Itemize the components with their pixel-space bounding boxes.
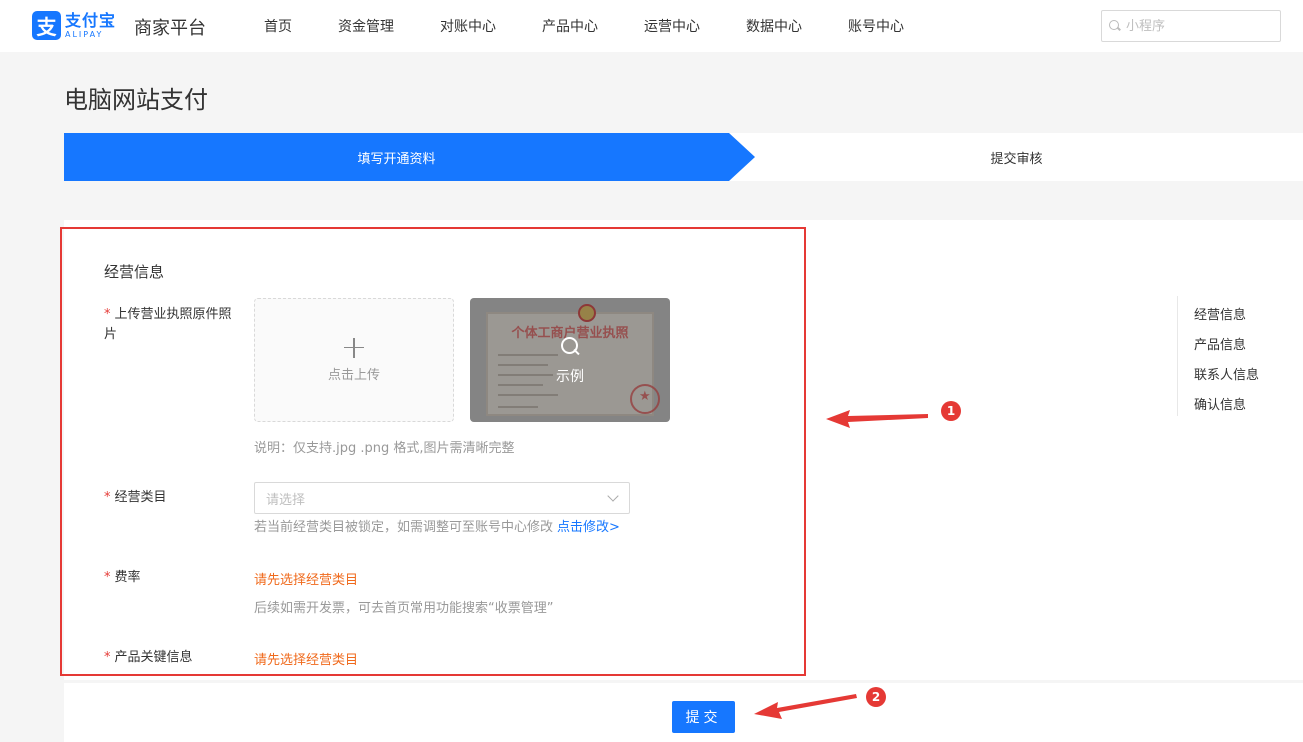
nav-item-account[interactable]: 账号中心 [848, 16, 904, 36]
required-mark: * [104, 570, 111, 585]
rate-label: * 费率 [104, 568, 141, 588]
keyword-label-text: 产品关键信息 [114, 650, 193, 665]
step-arrow-body [676, 133, 706, 181]
page-title: 电脑网站支付 [64, 86, 208, 114]
category-select-placeholder: 请选择 [266, 492, 306, 508]
nav-item-reconciliation[interactable]: 对账中心 [440, 16, 512, 36]
logo-text: 支付宝 ALIPAY [65, 10, 117, 39]
upload-license-button[interactable]: 点击上传 [254, 298, 454, 422]
required-mark: * [104, 307, 111, 322]
category-select[interactable]: 请选择 [254, 482, 630, 514]
step-submit-review: 提交审核 [730, 133, 1303, 181]
rate-label-text: 费率 [114, 570, 141, 585]
upload-text: 点击上传 [327, 367, 380, 383]
search-icon [1108, 19, 1122, 33]
section-title-business: 经营信息 [104, 263, 165, 281]
category-hint: 若当前经营类目被锁定，如需调整可至账号中心修改 点击修改> [254, 516, 620, 535]
anchor-item-contact[interactable]: 联系人信息 [1194, 364, 1259, 383]
logo-name: 支付宝 [65, 10, 117, 30]
upload-license-label-text: 上传营业执照原件照片 [104, 307, 232, 342]
top-header: 支 支付宝 ALIPAY 商家平台 首页 资金管理 对账中心 产品中心 运营中心… [0, 0, 1303, 52]
anchor-item-business[interactable]: 经营信息 [1194, 304, 1246, 323]
nav-item-data[interactable]: 数据中心 [746, 16, 818, 36]
keyword-warning: 请先选择经营类目 [254, 653, 359, 668]
anchor-nav: 经营信息 产品信息 联系人信息 确认信息 [1177, 296, 1303, 416]
annotation-badge-2: 2 [866, 687, 886, 707]
keyword-label: * 产品关键信息 [104, 648, 193, 668]
main-nav: 首页 资金管理 对账中心 产品中心 运营中心 数据中心 账号中心 [264, 16, 934, 36]
step-submit-review-label: 提交审核 [990, 151, 1043, 167]
nav-item-operations[interactable]: 运营中心 [644, 16, 716, 36]
category-label-text: 经营类目 [114, 490, 167, 505]
required-mark: * [104, 650, 111, 665]
search-box[interactable] [1101, 10, 1281, 42]
category-hint-text: 若当前经营类目被锁定，如需调整可至账号中心修改 [254, 520, 554, 535]
plus-icon [344, 337, 364, 358]
nav-item-home[interactable]: 首页 [264, 16, 308, 36]
required-mark: * [104, 490, 111, 505]
search-input[interactable] [1126, 18, 1276, 34]
alipay-logo-icon: 支 [32, 11, 61, 40]
upload-hint: 说明：仅支持.jpg .png 格式,图片需清晰完整 [254, 441, 515, 456]
logo-name-en: ALIPAY [65, 29, 104, 39]
anchor-item-product[interactable]: 产品信息 [1194, 334, 1246, 353]
platform-name: 商家平台 [134, 18, 206, 39]
progress-steps: 填写开通资料 提交审核 [64, 133, 1303, 181]
annotation-arrow-1 [826, 410, 928, 428]
category-label: * 经营类目 [104, 488, 167, 508]
example-label: 示例 [556, 369, 584, 385]
edit-category-link[interactable]: 点击修改> [557, 520, 620, 535]
annotation-arrow-2 [754, 694, 857, 719]
anchor-item-confirm[interactable]: 确认信息 [1194, 394, 1246, 413]
step-fill-info: 填写开通资料 [64, 133, 729, 181]
alipay-logo[interactable]: 支 支付宝 ALIPAY [32, 11, 116, 40]
nav-item-funds[interactable]: 资金管理 [338, 16, 410, 36]
step-fill-info-label: 填写开通资料 [357, 151, 436, 167]
zoom-in-icon [560, 336, 580, 356]
annotation-badge-1: 1 [941, 401, 961, 421]
nav-item-products[interactable]: 产品中心 [542, 16, 614, 36]
submit-button[interactable]: 提交 [672, 701, 735, 733]
chevron-down-icon [607, 490, 619, 502]
rate-warning: 请先选择经营类目 [254, 573, 359, 588]
example-overlay [470, 298, 670, 422]
rate-hint: 后续如需开发票，可去首页常用功能搜索“收票管理” [254, 601, 554, 616]
example-license-preview[interactable]: 个体工商户营业执照 示例 [470, 298, 670, 422]
upload-license-label: * 上传营业执照原件照片 [104, 305, 244, 345]
